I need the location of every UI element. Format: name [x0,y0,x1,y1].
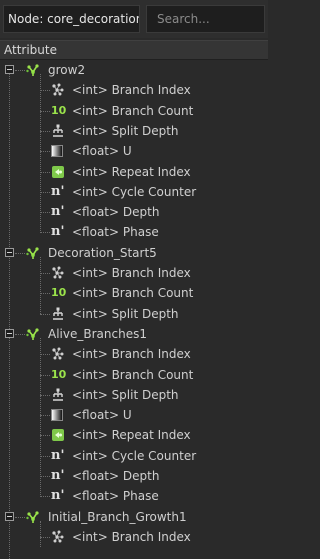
attribute-label: <int> Branch Count [72,286,194,301]
attribute-label: <float> Depth [72,205,160,220]
node-icon [26,246,40,260]
node-icon [26,510,40,524]
phase-icon: n' [51,488,65,504]
attribute-label: <int> Split Depth [72,387,179,402]
tree-connector [40,171,50,173]
tree-connector [40,191,50,193]
node-name-field[interactable]: Node: core_decoration [3,5,140,33]
column-header-attribute[interactable]: Attribute [0,40,268,60]
attribute-label: <float> Phase [72,489,159,504]
tree-connector [40,293,50,295]
attribute-label: <float> U [72,408,132,423]
gradient-icon [51,409,63,422]
tree-connector [40,520,41,548]
tree-connector [40,476,50,477]
attribute-label: <float> Phase [72,225,159,240]
tree-connector [15,70,25,71]
attribute-label: <float> Depth [72,469,160,483]
attribute-label: <int> Branch Index [72,83,191,98]
collapse-toggle[interactable] [5,328,14,338]
tree-connector [40,435,50,437]
tree-connector [40,110,50,112]
attribute-label: <int> Cycle Counter [72,448,197,463]
attribute-label: <int> Cycle Counter [72,184,197,199]
branch-count-icon: 10 [51,103,67,117]
tree-connector [40,338,41,497]
attribute-label: <int> Split Depth [72,123,179,138]
tree-connector [15,516,25,518]
cycle-icon: n' [51,183,65,199]
node-icon [26,63,40,77]
attribute-label: <int> Branch Count [72,367,194,382]
attribute-label: <int> Branch Count [72,103,194,118]
node-label: grow2 [48,63,86,77]
depth-icon: n' [51,468,65,483]
collapse-toggle[interactable] [5,247,14,257]
tree-connector [40,536,50,538]
phase-icon: n' [51,224,65,240]
tree-connector [40,415,50,417]
tree-connector [40,74,41,233]
split-depth-icon [51,124,65,138]
collapse-toggle[interactable] [5,511,14,521]
tree-connector [40,130,50,132]
depth-icon: n' [51,204,65,220]
tree-connector [40,90,50,92]
tree-connector [40,354,50,356]
gradient-icon [51,145,63,158]
tree-connector [40,455,50,457]
tree-connector [40,394,50,396]
tree-connector [40,313,50,315]
attribute-label: <int> Split Depth [72,306,179,321]
attribute-label: <int> Branch Index [72,347,191,362]
attribute-label: <int> Repeat Index [72,428,191,443]
branch-index-icon [51,83,65,97]
branch-index-icon [51,530,65,544]
tree-connector [40,273,50,274]
attribute-label: <int> Repeat Index [72,164,191,179]
branch-count-icon: 10 [51,367,67,381]
node-label: Decoration_Start5 [48,245,157,260]
tree-connector [40,151,50,153]
toolbar: Node: core_decoration [0,0,268,38]
node-label: Alive_Branches1 [48,326,147,341]
tree-connector [40,232,50,234]
repeat-index-icon [51,165,65,179]
attribute-label: <int> Branch Index [72,266,191,280]
branch-index-icon [51,347,65,361]
split-depth-icon [51,307,65,321]
attribute-tree: grow2 <int> Branch Index 10 <int> Branch Co… [0,60,268,559]
node-label: Initial_Branch_Growth1 [48,509,187,524]
tree-connector [15,252,25,254]
search-input[interactable] [146,5,265,33]
split-depth-icon [51,388,65,402]
attribute-label: <int> Branch Index [72,529,191,544]
branch-count-icon: 10 [51,286,67,300]
tree-connector [40,496,50,498]
collapse-toggle[interactable] [5,65,14,74]
cycle-icon: n' [51,447,65,463]
branch-index-icon [51,266,65,280]
node-icon [26,327,40,341]
tree-connector [40,257,41,314]
repeat-index-icon [51,428,65,442]
tree-connector [40,212,50,214]
tree-connector [40,374,50,376]
tree-connector [15,333,25,335]
attribute-label: <float> U [72,144,132,159]
